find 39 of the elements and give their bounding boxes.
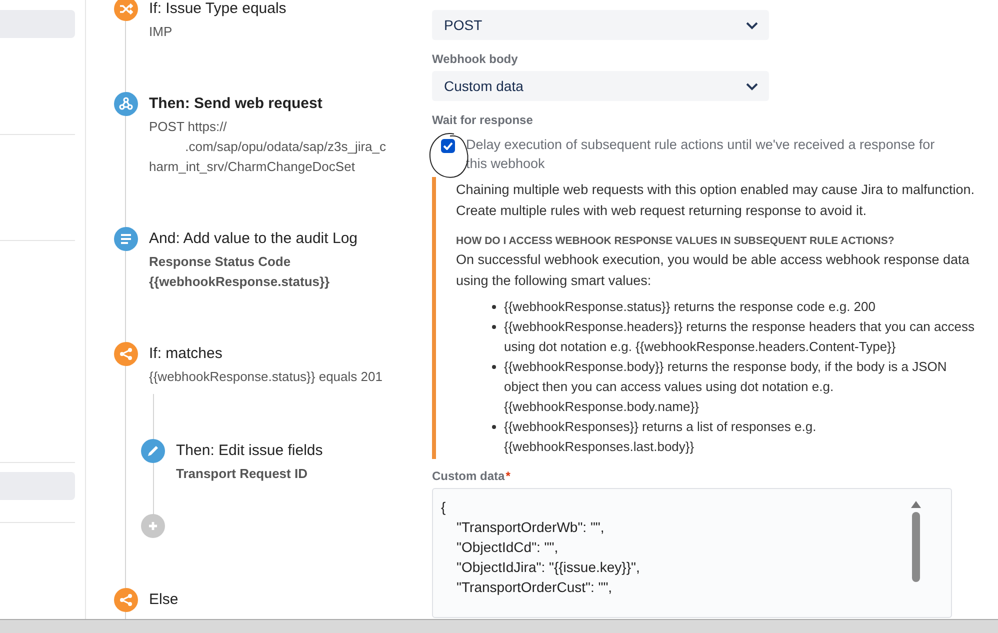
field-label: Custom data*	[432, 469, 512, 483]
help-list-item: {{webhookResponse.headers}} returns the response headers that you can access using dot notation e.g. {{webhookResponse.headers.Content-Type}}	[504, 318, 976, 356]
list-icon[interactable]	[114, 227, 138, 251]
http-method-select[interactable]: POST	[432, 10, 769, 40]
help-heading: HOW DO I ACCESS WEBHOOK RESPONSE VALUES IN SUBSEQUENT RULE ACTIONS?	[456, 235, 896, 247]
step-title: If: Issue Type equals	[149, 0, 286, 19]
chevron-down-icon	[745, 20, 759, 30]
help-list-item: {{webhookResponse.body}} returns the response body, if the body is a JSON object then you can access values using dot notation e.g. {{webhookResponse.body.name}}	[504, 358, 948, 416]
scroll-up-arrow-icon[interactable]	[911, 501, 921, 508]
step-detail: {{webhookResponse.status}} equals 201	[149, 368, 382, 386]
step-title: Then: Edit issue fields	[176, 441, 323, 461]
share-icon[interactable]	[114, 588, 138, 612]
bullet-icon	[492, 305, 496, 309]
field-label: Webhook body	[432, 52, 519, 66]
step-title: Else	[149, 590, 178, 610]
step-title: And: Add value to the audit Log	[149, 229, 358, 249]
field-label: Wait for response	[432, 113, 534, 127]
webhook-body-select[interactable]: Custom data	[432, 71, 769, 101]
bullet-icon	[492, 425, 496, 429]
webhook-icon[interactable]	[114, 92, 138, 116]
bullet-icon	[492, 365, 496, 369]
help-list-item: {{webhookResponse.status}} returns the response code e.g. 200	[504, 298, 876, 316]
step-title: Then: Send web request	[149, 94, 324, 114]
help-list-item: {{webhookResponses}} returns a list of responses e.g. {{webhookResponses.last.body}}	[504, 418, 818, 456]
add-step-icon[interactable]	[141, 514, 165, 538]
shuffle-icon[interactable]	[114, 0, 138, 21]
bullet-icon	[492, 325, 496, 329]
share-icon[interactable]	[114, 342, 138, 366]
checkbox[interactable]	[441, 139, 455, 153]
step-detail: IMP	[149, 23, 174, 41]
step-detail: Response Status Code {{webhookResponse.status}}	[149, 253, 331, 291]
step-title: If: matches	[149, 344, 224, 364]
step-detail: Transport Request ID	[176, 465, 308, 483]
custom-data-field[interactable]: { "TransportOrderWb": "", "ObjectIdCd": "", "ObjectIdJira": "{{issue.key}}", "TransportOrderCust": "",	[432, 488, 952, 618]
step-detail: POST https:// .com/sap/opu/odata/sap/z3s_jira_c harm_int_srv/CharmChangeDocSet	[149, 118, 386, 176]
pencil-icon[interactable]	[141, 439, 165, 463]
chevron-down-icon	[745, 82, 759, 90]
help-text: On successful webhook execution, you would be able access webhook response data using the following smart values:	[456, 251, 970, 290]
warning-text: Chaining multiple web requests with this option enabled may cause Jira to malfunction. Create multiple rules with web request returning response to avoid it.	[456, 181, 976, 220]
